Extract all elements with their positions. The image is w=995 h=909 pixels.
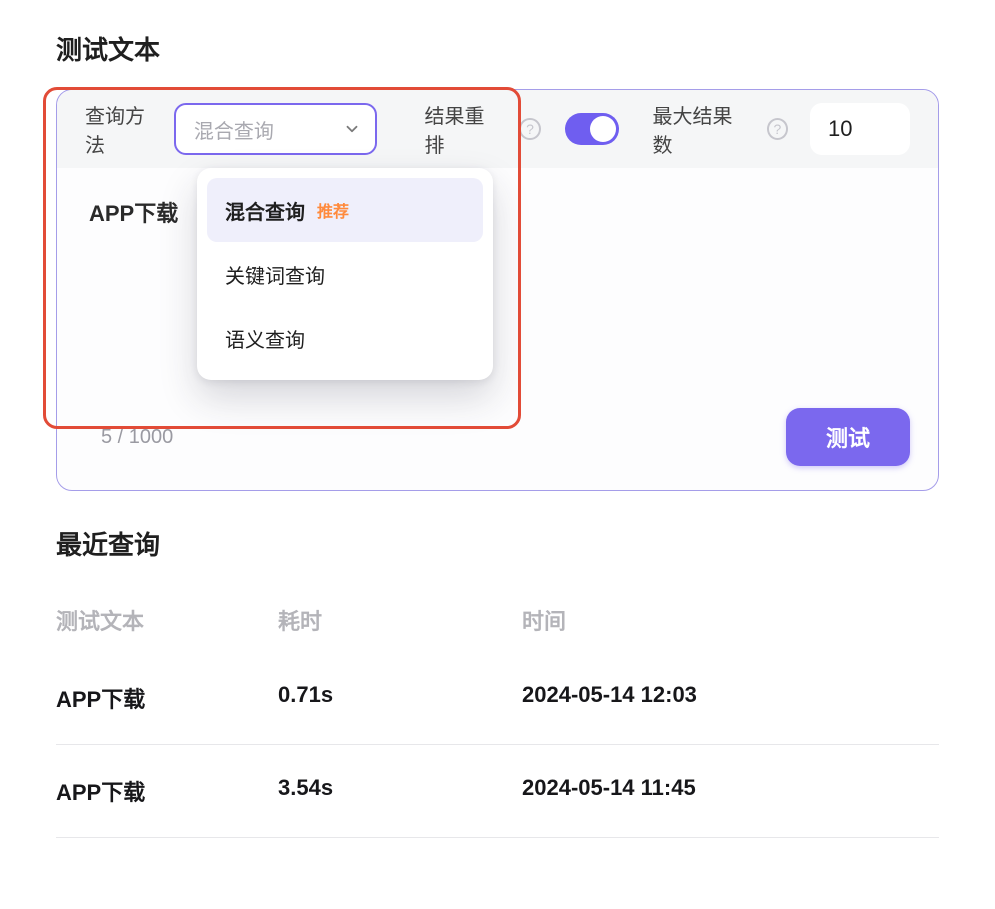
cell-time: 2024-05-14 12:03: [522, 682, 939, 714]
table-header-row: 测试文本 耗时 时间: [56, 588, 939, 652]
max-results-label: 最大结果数: [653, 100, 749, 158]
dropdown-option-label: 语义查询: [225, 324, 305, 353]
max-results-input[interactable]: [810, 103, 910, 155]
rerank-help-icon[interactable]: ?: [519, 118, 540, 140]
col-header-duration: 耗时: [278, 604, 522, 636]
cell-text: APP下载: [56, 682, 278, 714]
col-header-time: 时间: [522, 604, 939, 636]
dropdown-option-hybrid[interactable]: 混合查询 推荐: [207, 178, 483, 242]
query-header: 查询方法 混合查询 结果重排 ? 最大结果数 ?: [57, 90, 938, 168]
query-footer: 5 / 1000 测试: [57, 408, 938, 490]
query-input-text: APP下载: [89, 201, 178, 226]
dropdown-option-label: 混合查询: [225, 196, 305, 225]
query-text-area[interactable]: APP下载: [57, 168, 938, 408]
dropdown-option-semantic[interactable]: 语义查询: [207, 306, 483, 370]
dropdown-option-label: 关键词查询: [225, 260, 325, 289]
toggle-knob: [590, 116, 616, 142]
query-method-select[interactable]: 混合查询: [174, 103, 377, 155]
recent-queries-title: 最近查询: [56, 525, 939, 562]
query-panel: 查询方法 混合查询 结果重排 ? 最大结果数 ? 混合查询 推荐 关键词查询: [56, 89, 939, 491]
chevron-down-icon: [343, 120, 361, 138]
recent-queries-table: 测试文本 耗时 时间 APP下载 0.71s 2024-05-14 12:03 …: [56, 588, 939, 838]
cell-duration: 3.54s: [278, 775, 522, 807]
table-row[interactable]: APP下载 0.71s 2024-05-14 12:03: [56, 652, 939, 745]
max-results-help-icon[interactable]: ?: [767, 118, 788, 140]
query-method-selected-value: 混合查询: [194, 115, 274, 144]
cell-text: APP下载: [56, 775, 278, 807]
dropdown-option-badge: 推荐: [317, 198, 349, 222]
cell-duration: 0.71s: [278, 682, 522, 714]
query-method-label: 查询方法: [85, 100, 162, 158]
col-header-text: 测试文本: [56, 604, 278, 636]
rerank-toggle[interactable]: [565, 113, 619, 145]
recent-queries-section: 最近查询 测试文本 耗时 时间 APP下载 0.71s 2024-05-14 1…: [56, 525, 939, 838]
test-text-title: 测试文本: [56, 30, 939, 67]
char-count: 5 / 1000: [101, 426, 173, 449]
dropdown-option-keyword[interactable]: 关键词查询: [207, 242, 483, 306]
cell-time: 2024-05-14 11:45: [522, 775, 939, 807]
query-method-dropdown: 混合查询 推荐 关键词查询 语义查询: [197, 168, 493, 380]
table-row[interactable]: APP下载 3.54s 2024-05-14 11:45: [56, 745, 939, 838]
rerank-label: 结果重排: [424, 100, 501, 158]
test-button[interactable]: 测试: [786, 408, 910, 466]
